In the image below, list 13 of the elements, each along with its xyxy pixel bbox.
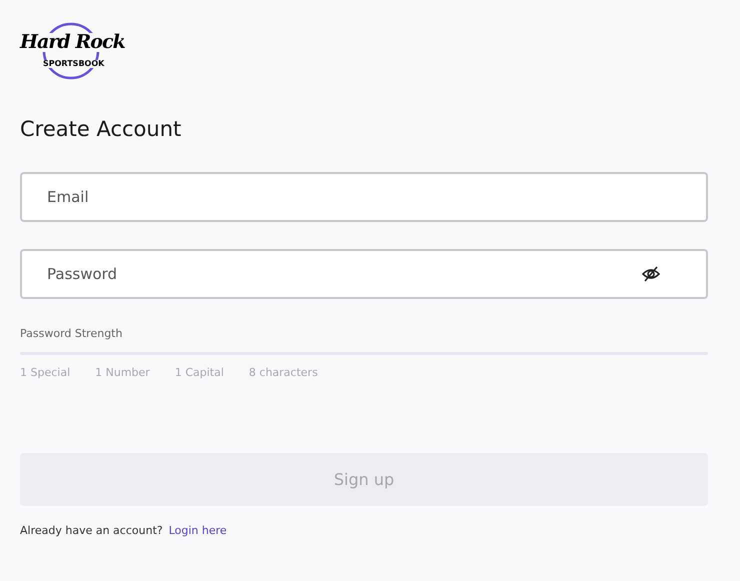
password-field[interactable]: Password	[20, 249, 708, 300]
hidden-eye-icon[interactable]	[642, 266, 660, 282]
password-requirement: 8 characters	[248, 364, 318, 381]
page-title: Create Account	[20, 116, 182, 142]
login-prompt: Already have an account?	[20, 523, 163, 540]
strength-label: Password Strength	[20, 326, 124, 342]
password-requirement: 1 Special	[20, 364, 70, 381]
password-requirement: 1 Capital	[174, 364, 224, 381]
password-requirement: 1 Number	[95, 364, 150, 381]
email-field[interactable]: Email	[20, 172, 708, 222]
login-link[interactable]: Login here	[168, 523, 227, 540]
logo-wordmark: Hard Rock	[20, 33, 126, 52]
logo-tagline: SPORTSBOOK	[42, 60, 106, 68]
